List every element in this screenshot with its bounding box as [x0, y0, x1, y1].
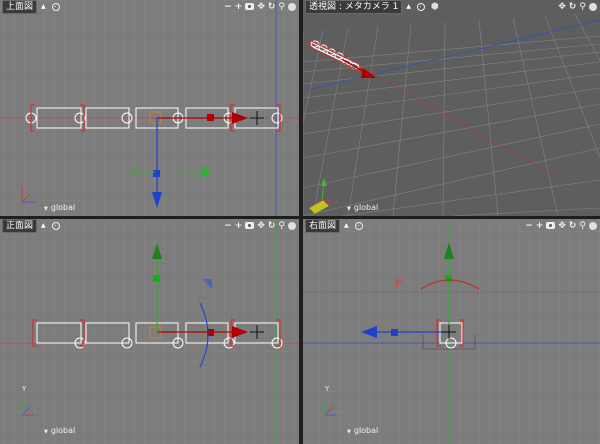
- top-viewport-tools: − + ✥ ↻ ⚲: [224, 1, 299, 13]
- target-icon[interactable]: [354, 221, 363, 230]
- perspective-grid: [303, 12, 600, 216]
- right-z-handle: [391, 329, 398, 336]
- coordinate-dropdown-icon: ▼: [44, 206, 48, 212]
- zoom-icon[interactable]: ⚲: [278, 220, 285, 232]
- right-viewport-header: 右面図 ▲ − + ✥ ↻ ⚲: [303, 219, 600, 233]
- pan-icon[interactable]: ✥: [257, 1, 265, 13]
- zoom-in-icon[interactable]: +: [235, 1, 243, 13]
- right-y-label: Y: [325, 385, 330, 393]
- right-coordinate-label[interactable]: ▼ global: [347, 426, 378, 435]
- coordinate-dropdown-icon: ▼: [44, 429, 48, 435]
- front-viewport-tools: − + ✥ ↻ ⚲: [224, 220, 299, 232]
- coordinate-dropdown-icon: ▼: [347, 429, 351, 435]
- rotate-icon[interactable]: ↻: [268, 220, 276, 232]
- perspective-viewport-header: 透視図 : メタカメラ 1 ▲ ⬢ ✥ ↻ ⚲: [303, 0, 600, 14]
- viewport-menu-triangle-icon[interactable]: ▲: [406, 3, 411, 10]
- right-y-handle: [445, 275, 452, 282]
- sphere-icon[interactable]: [288, 221, 296, 230]
- zoom-icon[interactable]: ⚲: [579, 220, 586, 232]
- perspective-viewport-tools: ✥ ↻ ⚲: [558, 1, 600, 13]
- viewport-right[interactable]: 右面図 ▲ − + ✥ ↻ ⚲ Y ▼ global: [303, 219, 600, 444]
- viewport-front[interactable]: 正面図 ▲ − + ✥ ↻ ⚲ Y ▼ global: [0, 219, 299, 444]
- viewport-menu-triangle-icon[interactable]: ▲: [41, 222, 46, 229]
- zoom-icon[interactable]: ⚲: [579, 1, 586, 13]
- right-viewport-title[interactable]: 右面図: [305, 219, 341, 233]
- top-x-handle: [207, 114, 214, 121]
- target-icon[interactable]: [416, 2, 425, 11]
- top-z-handle: [153, 170, 160, 177]
- front-viewport-title[interactable]: 正面図: [2, 219, 38, 233]
- front-coordinate-label[interactable]: ▼ global: [44, 426, 75, 435]
- zoom-out-icon[interactable]: −: [525, 220, 533, 232]
- perspective-coordinate-label[interactable]: ▼ global: [347, 203, 378, 212]
- coordinate-dropdown-icon: ▼: [347, 206, 351, 212]
- viewport-top[interactable]: 上面図 ▲ − + ✥ ↻ ⚲ ▼ global: [0, 0, 299, 216]
- camera-icon[interactable]: [245, 222, 255, 229]
- pan-icon[interactable]: ✥: [257, 220, 265, 232]
- target-icon[interactable]: [51, 221, 60, 230]
- sphere-icon[interactable]: [589, 221, 597, 230]
- zoom-in-icon[interactable]: +: [235, 220, 243, 232]
- front-viewport-header: 正面図 ▲ − + ✥ ↻ ⚲: [0, 219, 299, 233]
- sphere-icon[interactable]: [288, 2, 296, 11]
- top-viewport-title[interactable]: 上面図: [2, 0, 38, 14]
- top-viewport-header: 上面図 ▲ − + ✥ ↻ ⚲: [0, 0, 299, 14]
- rotate-icon[interactable]: ↻: [569, 220, 577, 232]
- viewport-menu-triangle-icon[interactable]: ▲: [41, 3, 46, 10]
- front-y-label: Y: [22, 385, 27, 393]
- top-coordinate-label[interactable]: ▼ global: [44, 203, 75, 212]
- cube-icon[interactable]: ⬢: [431, 2, 439, 12]
- perspective-viewport-title[interactable]: 透視図 : メタカメラ 1: [305, 0, 403, 14]
- zoom-icon[interactable]: ⚲: [278, 1, 285, 13]
- front-grid: [0, 219, 299, 444]
- pan-icon[interactable]: ✥: [558, 220, 566, 232]
- right-grid: [303, 219, 600, 444]
- right-viewport-tools: − + ✥ ↻ ⚲: [525, 220, 600, 232]
- rotate-icon[interactable]: ↻: [268, 1, 276, 13]
- zoom-in-icon[interactable]: +: [536, 220, 544, 232]
- perspective-x-arrow: [361, 68, 377, 78]
- sphere-icon[interactable]: [589, 2, 597, 11]
- camera-icon[interactable]: [245, 3, 255, 10]
- front-y-handle: [153, 275, 160, 282]
- viewport-menu-triangle-icon[interactable]: ▲: [344, 222, 349, 229]
- target-icon[interactable]: [51, 2, 60, 11]
- viewport-perspective[interactable]: 透視図 : メタカメラ 1 ▲ ⬢ ✥ ↻ ⚲ ▼ global: [303, 0, 600, 216]
- zoom-out-icon[interactable]: −: [224, 220, 232, 232]
- camera-icon[interactable]: [546, 222, 556, 229]
- zoom-out-icon[interactable]: −: [224, 1, 232, 13]
- top-grid: [0, 0, 299, 216]
- rotate-icon[interactable]: ↻: [569, 1, 577, 13]
- pan-icon[interactable]: ✥: [558, 1, 566, 13]
